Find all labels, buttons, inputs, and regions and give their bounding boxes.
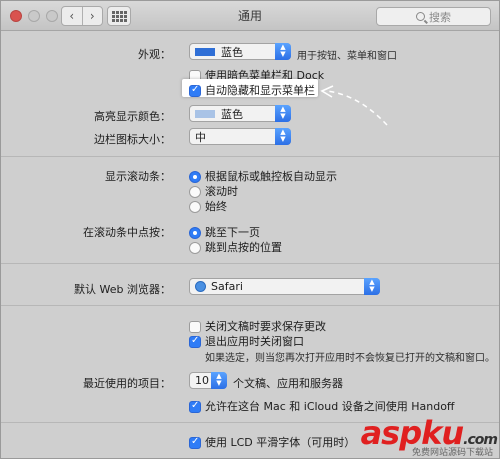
search-icon <box>416 12 425 21</box>
radio-button[interactable] <box>189 186 201 198</box>
close-windows-note: 如果选定，则当您再次打开应用时不会恢复已打开的文稿和窗口。 <box>205 353 495 364</box>
scrollbars-option-1[interactable]: 滚动时 <box>189 183 238 199</box>
appearance-swatch <box>195 47 215 56</box>
handoff-label: 允许在这台 Mac 和 iCloud 设备之间使用 Handoff <box>205 400 455 413</box>
auto-hide-checkbox[interactable] <box>189 84 201 97</box>
highlight-color-label: 高亮显示颜色： <box>94 110 171 123</box>
popup-arrows-icon: ▲ ▼ <box>275 43 291 60</box>
click-option-0[interactable]: 跳至下一页 <box>189 224 260 240</box>
highlight-swatch <box>195 109 215 118</box>
close-windows-label: 退出应用时关闭窗口 <box>205 335 304 348</box>
appearance-label: 外观： <box>138 48 171 61</box>
watermark-logo: aspku.com 免费网站源码下载站 <box>361 414 498 458</box>
handoff-option[interactable]: 允许在这台 Mac 和 iCloud 设备之间使用 Handoff <box>189 398 455 414</box>
appearance-popup[interactable]: 蓝色 ▲ ▼ <box>189 43 291 60</box>
option-label: 根据鼠标或触控板自动显示 <box>205 170 337 183</box>
recent-popup[interactable]: 10 ▲ ▼ <box>189 372 227 389</box>
sidebar-icon-popup[interactable]: 中 ▲ ▼ <box>189 128 291 145</box>
popup-arrows-icon: ▲ ▼ <box>364 278 380 295</box>
recent-value: 10 <box>195 374 209 387</box>
ask-save-label: 关闭文稿时要求保存更改 <box>205 320 326 333</box>
handoff-checkbox[interactable] <box>189 400 201 413</box>
click-scrollbar-label: 在滚动条中点按： <box>83 226 171 239</box>
annotation-arrow-icon <box>320 85 388 126</box>
auto-hide-label: 自动隐藏和显示菜单栏 <box>205 84 315 97</box>
popup-arrows-icon: ▲ ▼ <box>211 372 227 389</box>
lcd-label: 使用 LCD 平滑字体（可用时） <box>205 436 356 449</box>
sidebar-icon-label: 边栏图标大小： <box>94 133 171 146</box>
highlight-color-popup[interactable]: 蓝色 ▲ ▼ <box>189 105 291 122</box>
option-label: 跳至下一页 <box>205 226 260 239</box>
recent-suffix: 个文稿、应用和服务器 <box>233 377 343 390</box>
lcd-checkbox[interactable] <box>189 436 201 449</box>
appearance-value: 蓝色 <box>221 45 243 59</box>
option-label: 跳到点按的位置 <box>205 241 282 254</box>
popup-arrows-icon: ▲ ▼ <box>275 105 291 122</box>
radio-button[interactable] <box>189 242 201 254</box>
ask-save-option[interactable]: 关闭文稿时要求保存更改 <box>189 318 326 334</box>
divider <box>1 305 499 306</box>
title-bar: ‹ › 通用 搜索 <box>1 1 499 31</box>
preferences-window: ‹ › 通用 搜索 外观： 蓝色 ▲ ▼ 用于按钮、菜单和窗口 使用暗色菜单栏和 … <box>0 0 500 459</box>
lcd-option[interactable]: 使用 LCD 平滑字体（可用时） <box>189 434 355 450</box>
divider <box>1 156 499 157</box>
option-label: 滚动时 <box>205 185 238 198</box>
recent-label: 最近使用的项目： <box>83 377 171 390</box>
radio-button[interactable] <box>189 171 201 183</box>
browser-label: 默认 Web 浏览器： <box>74 283 171 296</box>
radio-button[interactable] <box>189 201 201 213</box>
highlight-color-value: 蓝色 <box>221 107 243 121</box>
watermark-slogan: 免费网站源码下载站 <box>411 448 493 458</box>
scrollbars-option-2[interactable]: 始终 <box>189 198 227 214</box>
radio-button[interactable] <box>189 227 201 239</box>
auto-hide-option[interactable]: 自动隐藏和显示菜单栏 <box>189 82 315 98</box>
browser-popup[interactable]: Safari ▲ ▼ <box>189 278 380 295</box>
popup-arrows-icon: ▲ ▼ <box>275 128 291 145</box>
close-windows-checkbox[interactable] <box>189 335 201 348</box>
option-label: 始终 <box>205 200 227 213</box>
appearance-hint: 用于按钮、菜单和窗口 <box>297 51 397 62</box>
safari-icon <box>195 281 206 292</box>
sidebar-icon-value: 中 <box>195 130 206 144</box>
scrollbars-option-0[interactable]: 根据鼠标或触控板自动显示 <box>189 168 337 184</box>
close-windows-option[interactable]: 退出应用时关闭窗口 <box>189 333 304 349</box>
scrollbars-label: 显示滚动条： <box>105 170 171 183</box>
search-field[interactable]: 搜索 <box>376 7 491 26</box>
browser-value: Safari <box>211 280 243 293</box>
click-option-1[interactable]: 跳到点按的位置 <box>189 239 282 255</box>
divider <box>1 263 499 264</box>
search-placeholder: 搜索 <box>429 10 451 24</box>
ask-save-checkbox[interactable] <box>189 321 201 333</box>
